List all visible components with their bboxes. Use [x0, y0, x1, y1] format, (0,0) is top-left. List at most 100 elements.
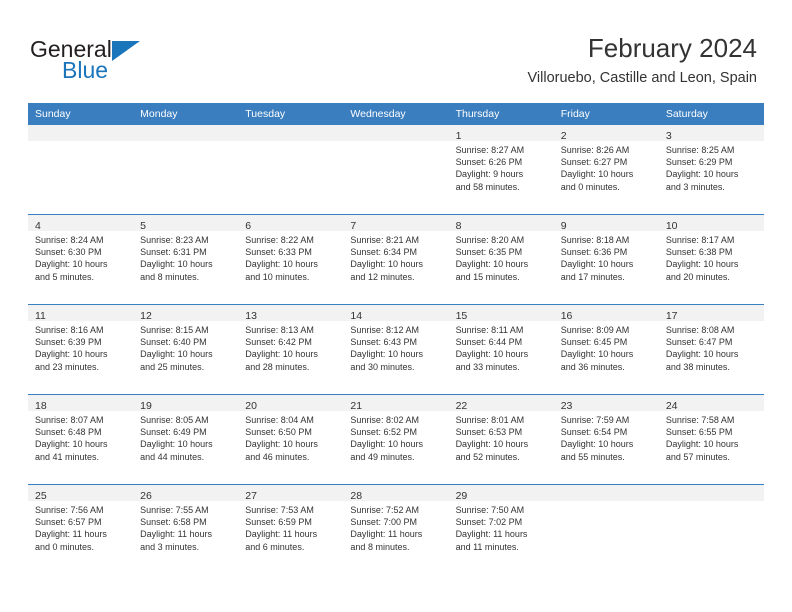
calendar-grid: Sunday Monday Tuesday Wednesday Thursday…	[28, 103, 764, 574]
day-detail-line: Sunset: 6:50 PM	[245, 427, 312, 438]
calendar-day-cell[interactable]: 3 Sunrise: 8:25 AM Sunset: 6:29 PM Daylight…	[658, 125, 764, 215]
calendar-cell-empty	[658, 484, 764, 574]
calendar-day-cell[interactable]: 17 Sunrise: 8:08 AM Sunset: 6:47 PM Dayligh…	[658, 304, 764, 395]
calendar-body: 1 Sunrise: 8:27 AM Sunset: 6:26 PM Daylight…	[28, 125, 764, 574]
calendar-day-cell[interactable]: 1 Sunrise: 8:27 AM Sunset: 6:26 PM Daylight…	[448, 125, 554, 215]
calendar-day-cell[interactable]: 12 Sunrise: 8:15 AM Sunset: 6:40 PM Dayligh…	[133, 304, 239, 395]
day-details	[238, 141, 343, 144]
calendar-day-cell[interactable]: 26 Sunrise: 7:55 AM Sunset: 6:58 PM Dayligh…	[133, 484, 239, 574]
day-number-band	[553, 485, 659, 501]
day-number: 28	[350, 490, 363, 502]
day-detail-line: Daylight: 10 hours	[455, 349, 529, 360]
day-detail-line: and 28 minutes.	[245, 361, 310, 372]
day-details: Sunrise: 8:11 AM Sunset: 6:44 PM Daylight:…	[449, 321, 554, 373]
day-details: Sunrise: 8:25 AM Sunset: 6:29 PM Daylight:…	[659, 141, 764, 193]
day-detail-line: and 57 minutes.	[665, 451, 730, 462]
calendar-day-cell[interactable]: 27 Sunrise: 7:53 AM Sunset: 6:59 PM Dayligh…	[238, 484, 344, 574]
day-details: Sunrise: 7:58 AM Sunset: 6:55 PM Daylight:…	[659, 411, 764, 463]
calendar-week-row: 18 Sunrise: 8:07 AM Sunset: 6:48 PM Dayligh…	[28, 394, 764, 485]
day-detail-line: Daylight: 10 hours	[35, 439, 108, 450]
calendar-day-cell[interactable]: 10 Sunrise: 8:17 AM Sunset: 6:38 PM Dayligh…	[658, 214, 764, 305]
calendar-day-cell[interactable]: 8 Sunrise: 8:20 AM Sunset: 6:35 PM Daylight…	[448, 214, 554, 305]
day-detail-line: and 36 minutes.	[560, 361, 625, 372]
day-detail-line: Daylight: 11 hours	[140, 529, 213, 540]
day-detail-line: Sunrise: 8:13 AM	[245, 325, 314, 335]
calendar-day-cell[interactable]: 16 Sunrise: 8:09 AM Sunset: 6:45 PM Dayligh…	[553, 304, 659, 395]
calendar-day-cell[interactable]: 22 Sunrise: 8:01 AM Sunset: 6:53 PM Dayligh…	[448, 394, 554, 485]
day-detail-line: and 30 minutes.	[350, 361, 415, 372]
calendar-week-row: 4 Sunrise: 8:24 AM Sunset: 6:30 PM Daylight…	[28, 214, 764, 305]
calendar-day-cell[interactable]: 21 Sunrise: 8:02 AM Sunset: 6:52 PM Dayligh…	[343, 394, 449, 485]
day-details: Sunrise: 8:07 AM Sunset: 6:48 PM Daylight:…	[28, 411, 133, 463]
day-number: 18	[35, 400, 47, 412]
day-detail-line: Sunrise: 7:55 AM	[140, 505, 209, 515]
day-detail-line: Daylight: 10 hours	[245, 439, 318, 450]
day-detail-line: Sunset: 7:00 PM	[350, 517, 417, 528]
day-details: Sunrise: 8:04 AM Sunset: 6:50 PM Daylight:…	[238, 411, 343, 463]
calendar-day-cell[interactable]: 28 Sunrise: 7:52 AM Sunset: 7:00 PM Dayligh…	[343, 484, 449, 574]
day-detail-line: Sunrise: 8:04 AM	[245, 415, 314, 425]
day-detail-line: Sunset: 6:27 PM	[560, 157, 628, 168]
day-detail-line: Daylight: 10 hours	[350, 349, 423, 360]
day-number: 20	[245, 400, 257, 412]
day-number-band: 29	[448, 485, 554, 502]
day-detail-line: and 15 minutes.	[455, 271, 520, 282]
day-details: Sunrise: 8:08 AM Sunset: 6:47 PM Daylight:…	[659, 321, 764, 373]
day-number-band: 11	[28, 305, 134, 322]
day-detail-line: and 0 minutes.	[35, 541, 95, 552]
day-details: Sunrise: 8:18 AM Sunset: 6:36 PM Daylight:…	[554, 231, 659, 283]
day-details: Sunrise: 7:52 AM Sunset: 7:00 PM Daylight:…	[343, 501, 448, 553]
day-number-band: 6	[238, 215, 344, 232]
day-number-band: 18	[28, 395, 134, 412]
day-number-band	[658, 485, 764, 501]
day-detail-line: and 3 minutes.	[140, 541, 200, 552]
calendar-day-cell[interactable]: 7 Sunrise: 8:21 AM Sunset: 6:34 PM Daylight…	[343, 214, 449, 305]
day-details: Sunrise: 8:02 AM Sunset: 6:52 PM Daylight:…	[343, 411, 448, 463]
calendar-day-cell[interactable]: 5 Sunrise: 8:23 AM Sunset: 6:31 PM Daylight…	[133, 214, 239, 305]
calendar-day-cell[interactable]: 25 Sunrise: 7:56 AM Sunset: 6:57 PM Dayligh…	[28, 484, 134, 574]
day-detail-line: Sunrise: 7:53 AM	[245, 505, 314, 515]
calendar-day-cell[interactable]: 23 Sunrise: 7:59 AM Sunset: 6:54 PM Dayligh…	[553, 394, 659, 485]
calendar-day-cell[interactable]: 20 Sunrise: 8:04 AM Sunset: 6:50 PM Dayligh…	[238, 394, 344, 485]
calendar-day-cell[interactable]: 18 Sunrise: 8:07 AM Sunset: 6:48 PM Dayligh…	[28, 394, 134, 485]
weekday-header-wednesday: Wednesday	[343, 103, 449, 125]
day-detail-line: and 10 minutes.	[245, 271, 310, 282]
day-details: Sunrise: 8:05 AM Sunset: 6:49 PM Daylight:…	[133, 411, 238, 463]
day-detail-line: Sunset: 6:40 PM	[140, 337, 207, 348]
day-number-band	[28, 125, 134, 141]
weekday-header-tuesday: Tuesday	[238, 103, 344, 125]
calendar-day-cell[interactable]: 11 Sunrise: 8:16 AM Sunset: 6:39 PM Dayligh…	[28, 304, 134, 395]
day-detail-line: Sunset: 6:57 PM	[35, 517, 102, 528]
day-number-band: 26	[133, 485, 239, 502]
day-detail-line: Sunset: 6:49 PM	[140, 427, 207, 438]
calendar-day-cell[interactable]: 15 Sunrise: 8:11 AM Sunset: 6:44 PM Dayligh…	[448, 304, 554, 395]
day-number-band: 17	[658, 305, 764, 322]
calendar-day-cell[interactable]: 4 Sunrise: 8:24 AM Sunset: 6:30 PM Daylight…	[28, 214, 134, 305]
day-detail-line: and 3 minutes.	[665, 181, 725, 192]
calendar-day-cell[interactable]: 29 Sunrise: 7:50 AM Sunset: 7:02 PM Dayligh…	[448, 484, 554, 574]
day-details: Sunrise: 8:16 AM Sunset: 6:39 PM Daylight:…	[28, 321, 133, 373]
day-detail-line: Daylight: 10 hours	[560, 439, 634, 450]
calendar-day-cell[interactable]: 19 Sunrise: 8:05 AM Sunset: 6:49 PM Dayligh…	[133, 394, 239, 485]
day-details	[554, 501, 659, 504]
page-title: February 2024	[587, 33, 757, 63]
day-number: 4	[35, 220, 41, 232]
day-number-band: 15	[448, 305, 554, 322]
day-details: Sunrise: 8:22 AM Sunset: 6:33 PM Daylight:…	[238, 231, 343, 283]
day-detail-line: and 12 minutes.	[350, 271, 415, 282]
day-detail-line: Sunset: 6:42 PM	[245, 337, 312, 348]
calendar-cell-empty	[133, 125, 239, 215]
calendar-day-cell[interactable]: 14 Sunrise: 8:12 AM Sunset: 6:43 PM Dayligh…	[343, 304, 449, 395]
day-number-band: 14	[343, 305, 449, 322]
logo-text-blue: Blue	[62, 57, 109, 83]
calendar-day-cell[interactable]: 9 Sunrise: 8:18 AM Sunset: 6:36 PM Daylight…	[553, 214, 659, 305]
day-detail-line: and 17 minutes.	[560, 271, 625, 282]
calendar-day-cell[interactable]: 24 Sunrise: 7:58 AM Sunset: 6:55 PM Dayligh…	[658, 394, 764, 485]
calendar-day-cell[interactable]: 2 Sunrise: 8:26 AM Sunset: 6:27 PM Daylight…	[553, 125, 659, 215]
day-number: 10	[665, 220, 678, 232]
general-blue-logo[interactable]: General Blue	[30, 36, 230, 86]
day-details	[28, 141, 133, 144]
calendar-day-cell[interactable]: 6 Sunrise: 8:22 AM Sunset: 6:33 PM Daylight…	[238, 214, 344, 305]
day-number-band: 19	[133, 395, 239, 412]
calendar-day-cell[interactable]: 13 Sunrise: 8:13 AM Sunset: 6:42 PM Dayligh…	[238, 304, 344, 395]
